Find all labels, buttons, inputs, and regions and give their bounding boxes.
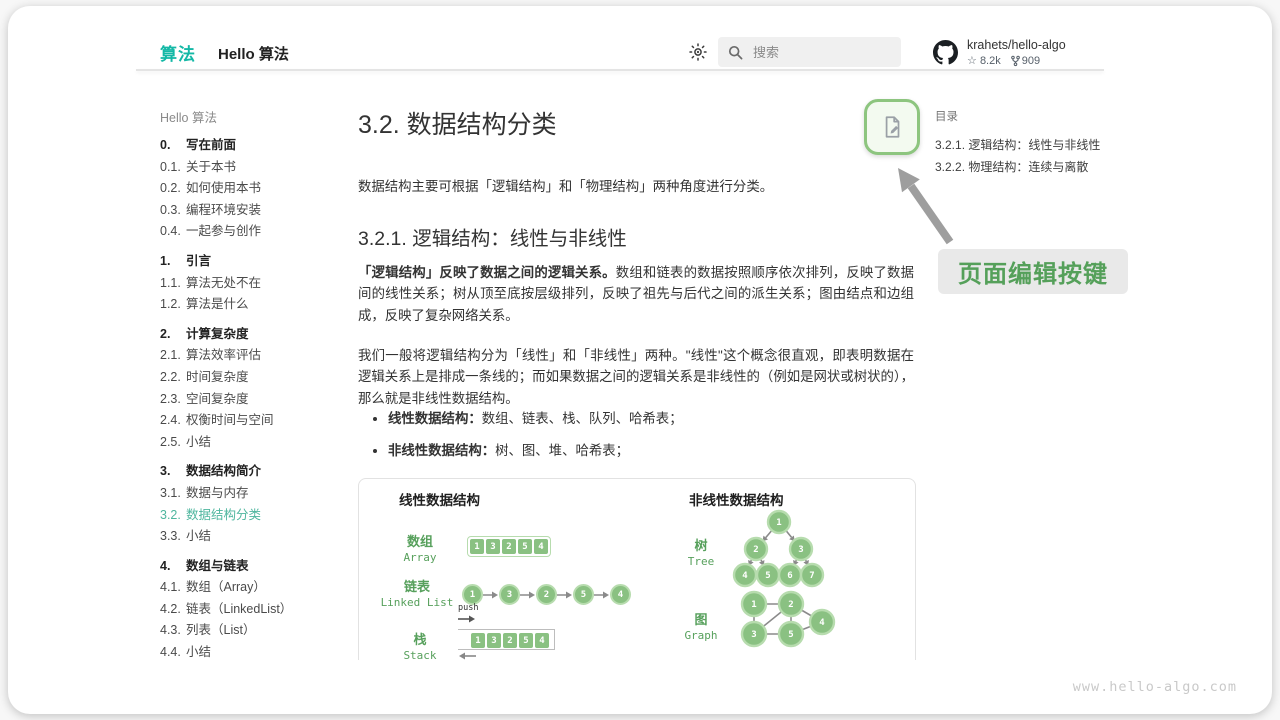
svg-text:5: 5 — [765, 571, 770, 581]
sidebar-item[interactable]: 2.3.空间复杂度 — [160, 389, 345, 411]
list-item: 非线性数据结构：树、图、堆、哈希表； — [388, 442, 928, 459]
svg-text:3: 3 — [798, 545, 803, 555]
edit-page-icon — [879, 114, 905, 140]
search-icon — [728, 45, 743, 60]
sidebar-nav: Hello 算法 0.写在前面0.1.关于本书0.2.如何使用本书0.3.编程环… — [160, 110, 345, 664]
paragraph-logic: 「逻辑结构」反映了数据之间的逻辑关系。数组和链表的数据按照顺序依次排列，反映了数… — [358, 262, 914, 326]
sidebar-section-header[interactable]: 1.引言 — [160, 251, 345, 273]
sidebar-item[interactable]: 2.5.小结 — [160, 432, 345, 454]
site-logo[interactable]: 算法 — [160, 40, 196, 65]
toc-item[interactable]: 3.2.2. 物理结构：连续与离散 — [935, 156, 1110, 178]
section-heading: 3.2.1. 逻辑结构：线性与非线性 — [358, 222, 627, 251]
svg-text:4: 4 — [819, 618, 825, 628]
annotation-arrow — [890, 160, 960, 250]
svg-text:5: 5 — [788, 630, 793, 640]
repo-stars: ☆ 8.2k — [967, 54, 1001, 67]
toc-item[interactable]: 3.2.1. 逻辑结构：线性与非线性 — [935, 134, 1110, 156]
logo-icon: 算法 — [160, 45, 196, 65]
toc-title: 目录 — [935, 110, 1110, 125]
paragraph-logic-lead: 「逻辑结构」反映了数据之间的逻辑关系。 — [358, 265, 616, 280]
svg-text:7: 7 — [809, 571, 814, 581]
sidebar-section-header[interactable]: 3.数据结构简介 — [160, 461, 345, 483]
sidebar-item[interactable]: 4.1.数组（Array） — [160, 577, 345, 599]
brightness-icon — [689, 43, 707, 61]
annotation-label: 页面编辑按键 — [938, 249, 1128, 294]
github-icon — [933, 40, 958, 65]
svg-text:4: 4 — [742, 571, 748, 581]
sidebar-item[interactable]: 0.4.一起参与创作 — [160, 221, 345, 243]
sidebar-item[interactable]: 2.4.权衡时间与空间 — [160, 410, 345, 432]
paragraph-intro: 数据结构主要可根据「逻辑结构」和「物理结构」两种角度进行分类。 — [358, 176, 914, 197]
sidebar-section-header[interactable]: 2.计算复杂度 — [160, 324, 345, 346]
sidebar-site-label: Hello 算法 — [160, 110, 345, 126]
repo-forks: 909 — [1011, 55, 1040, 67]
figure-data-structure-classification: 线性数据结构 非线性数据结构 数组Array 13254 链表Linked Li… — [358, 478, 916, 660]
sidebar-item-active[interactable]: 3.2.数据结构分类 — [160, 505, 345, 527]
tree-graph-diagram: 1 2 3 4 5 6 7 1 2 3 4 5 — [359, 479, 915, 660]
svg-text:3: 3 — [751, 630, 756, 640]
svg-text:6: 6 — [787, 571, 792, 581]
sidebar-section-header[interactable]: 0.写在前面 — [160, 135, 345, 157]
page-title: 3.2. 数据结构分类 — [358, 105, 557, 141]
sidebar-item[interactable]: 4.4.小结 — [160, 642, 345, 664]
sidebar-item[interactable]: 2.1.算法效率评估 — [160, 345, 345, 367]
watermark: www.hello-algo.com — [1073, 679, 1237, 695]
sidebar-section-header[interactable]: 4.数组与链表 — [160, 556, 345, 578]
paragraph-linear: 我们一般将逻辑结构分为「线性」和「非线性」两种。"线性"这个概念很直观，即表明数… — [358, 345, 914, 409]
header-divider — [136, 69, 1104, 71]
sidebar-item[interactable]: 3.1.数据与内存 — [160, 483, 345, 505]
edit-page-button[interactable] — [864, 99, 920, 155]
list-item: 线性数据结构：数组、链表、栈、队列、哈希表； — [388, 410, 928, 427]
sidebar-item[interactable]: 3.3.小结 — [160, 526, 345, 548]
sidebar-item[interactable]: 4.3.列表（List） — [160, 620, 345, 642]
svg-text:2: 2 — [788, 600, 793, 610]
theme-toggle-button[interactable] — [689, 43, 707, 66]
sidebar-item[interactable]: 0.1.关于本书 — [160, 157, 345, 179]
star-icon: ☆ — [967, 55, 977, 67]
fork-icon — [1011, 55, 1020, 67]
github-repo-link[interactable]: krahets/hello-algo ☆ 8.2k 909 — [933, 38, 1066, 67]
search-input[interactable] — [751, 44, 885, 61]
sidebar-item[interactable]: 0.2.如何使用本书 — [160, 178, 345, 200]
svg-text:1: 1 — [776, 518, 781, 528]
sidebar-item[interactable]: 1.1.算法无处不在 — [160, 273, 345, 295]
sidebar-item[interactable]: 4.2.链表（LinkedList） — [160, 599, 345, 621]
svg-text:1: 1 — [751, 600, 756, 610]
sidebar-item[interactable]: 0.3.编程环境安装 — [160, 200, 345, 222]
svg-text:2: 2 — [753, 545, 758, 555]
sidebar-item[interactable]: 2.2.时间复杂度 — [160, 367, 345, 389]
table-of-contents: 目录 3.2.1. 逻辑结构：线性与非线性3.2.2. 物理结构：连续与离散 — [935, 110, 1110, 178]
repo-name: krahets/hello-algo — [967, 38, 1066, 52]
bullet-list: 线性数据结构：数组、链表、栈、队列、哈希表； 非线性数据结构：树、图、堆、哈希表… — [372, 410, 928, 474]
page: 算法 Hello 算法 krahets/hello-algo — [0, 0, 1280, 720]
site-title[interactable]: Hello 算法 — [218, 43, 289, 64]
search-box[interactable] — [718, 37, 901, 67]
sidebar-item[interactable]: 1.2.算法是什么 — [160, 294, 345, 316]
